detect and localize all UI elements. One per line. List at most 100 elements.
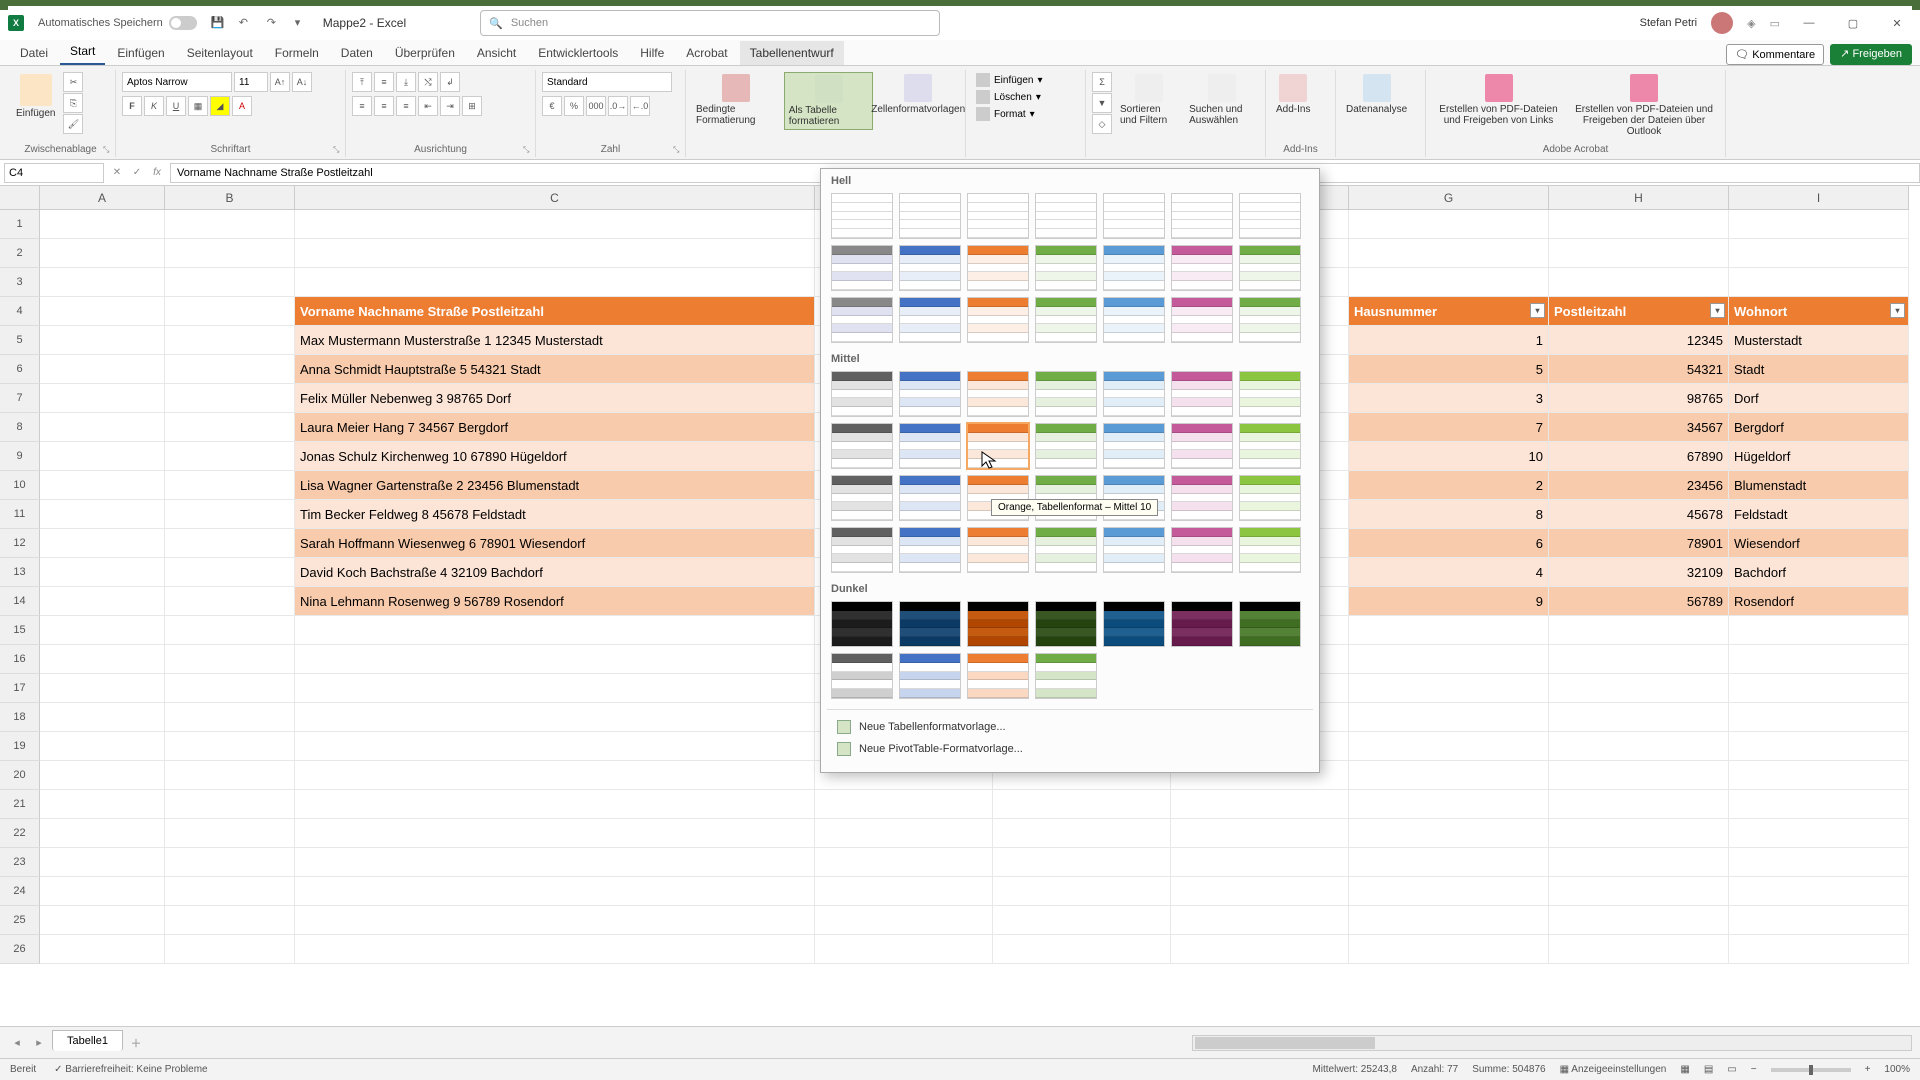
cell[interactable] <box>40 442 165 471</box>
cell[interactable]: 10 <box>1349 442 1549 471</box>
cell[interactable] <box>1729 761 1909 790</box>
cells-insert-button[interactable]: Einfügen ▾ <box>972 72 1047 88</box>
share-button[interactable]: ↗ Freigeben <box>1830 44 1912 65</box>
cell[interactable] <box>165 877 295 906</box>
cell[interactable] <box>1549 703 1729 732</box>
table-style-swatch[interactable] <box>967 245 1029 291</box>
qat-dropdown-icon[interactable]: ▾ <box>295 16 309 30</box>
tab-acrobat[interactable]: Acrobat <box>676 41 737 65</box>
cell[interactable] <box>40 239 165 268</box>
cell[interactable] <box>295 210 815 239</box>
table-style-swatch[interactable] <box>831 653 893 699</box>
table-style-swatch[interactable] <box>899 297 961 343</box>
percent-icon[interactable]: % <box>564 96 584 116</box>
cell[interactable] <box>1549 848 1729 877</box>
view-normal-icon[interactable]: ▦ <box>1680 1064 1689 1075</box>
indent-increase-icon[interactable]: ⇥ <box>440 96 460 116</box>
horizontal-scrollbar[interactable] <box>1192 1035 1912 1051</box>
cell[interactable] <box>40 645 165 674</box>
cell[interactable]: 6 <box>1349 529 1549 558</box>
align-right-icon[interactable]: ≡ <box>396 96 416 116</box>
row-header[interactable]: 8 <box>0 413 40 442</box>
row-header[interactable]: 15 <box>0 616 40 645</box>
table-style-swatch[interactable] <box>967 423 1029 469</box>
tab-page-layout[interactable]: Seitenlayout <box>177 41 263 65</box>
acrobat-pdf-outlook-button[interactable]: Erstellen von PDF-Dateien und Freigeben … <box>1569 72 1719 139</box>
cell[interactable] <box>1729 674 1909 703</box>
cell[interactable] <box>165 558 295 587</box>
cell[interactable] <box>165 848 295 877</box>
row-header[interactable]: 6 <box>0 355 40 384</box>
table-style-swatch[interactable] <box>899 475 961 521</box>
cell[interactable]: 3 <box>1349 384 1549 413</box>
tab-table-design[interactable]: Tabellenentwurf <box>740 41 844 65</box>
row-header[interactable]: 17 <box>0 674 40 703</box>
cell[interactable] <box>1549 616 1729 645</box>
table-style-swatch[interactable] <box>1171 297 1233 343</box>
tab-file[interactable]: Datei <box>10 41 58 65</box>
cell[interactable] <box>1349 645 1549 674</box>
decrease-font-icon[interactable]: A↓ <box>292 72 312 92</box>
table-style-swatch[interactable] <box>1171 423 1233 469</box>
row-header[interactable]: 3 <box>0 268 40 297</box>
cell[interactable] <box>295 935 815 964</box>
cell[interactable] <box>1729 848 1909 877</box>
zoom-slider[interactable] <box>1771 1068 1851 1072</box>
tab-view[interactable]: Ansicht <box>467 41 526 65</box>
sheet-nav-prev-icon[interactable]: ◂ <box>8 1034 26 1052</box>
cell[interactable] <box>40 500 165 529</box>
cell[interactable] <box>295 819 815 848</box>
cell[interactable]: Hausnummer▾ <box>1349 297 1549 326</box>
launcher-icon[interactable]: ⤡ <box>333 145 343 155</box>
table-style-swatch[interactable] <box>831 601 893 647</box>
cell[interactable]: Laura Meier Hang 7 34567 Bergdorf <box>295 413 815 442</box>
cell[interactable] <box>40 297 165 326</box>
column-header-H[interactable]: H <box>1549 186 1729 210</box>
cell[interactable] <box>40 413 165 442</box>
filter-dropdown-icon[interactable]: ▾ <box>1890 303 1905 318</box>
table-style-swatch[interactable] <box>1035 371 1097 417</box>
table-style-swatch[interactable] <box>1239 371 1301 417</box>
decrease-decimal-icon[interactable]: ←.0 <box>630 96 650 116</box>
cell[interactable]: 78901 <box>1549 529 1729 558</box>
orientation-icon[interactable]: ⤭ <box>418 72 438 92</box>
zoom-level[interactable]: 100% <box>1884 1064 1910 1075</box>
cell[interactable] <box>1549 645 1729 674</box>
cell[interactable]: David Koch Bachstraße 4 32109 Bachdorf <box>295 558 815 587</box>
table-style-swatch[interactable] <box>1103 601 1165 647</box>
cell[interactable] <box>815 906 993 935</box>
cell[interactable] <box>1349 210 1549 239</box>
launcher-icon[interactable]: ⤡ <box>673 145 683 155</box>
cells-format-button[interactable]: Format ▾ <box>972 106 1047 122</box>
cell[interactable] <box>165 413 295 442</box>
cell[interactable]: Blumenstadt <box>1729 471 1909 500</box>
cell[interactable] <box>165 616 295 645</box>
cell[interactable] <box>815 848 993 877</box>
tab-review[interactable]: Überprüfen <box>385 41 465 65</box>
cell[interactable] <box>993 790 1171 819</box>
row-header[interactable]: 9 <box>0 442 40 471</box>
cell[interactable]: Dorf <box>1729 384 1909 413</box>
fx-icon[interactable]: fx <box>148 164 166 182</box>
cell[interactable] <box>1549 239 1729 268</box>
cell[interactable] <box>1349 268 1549 297</box>
cell[interactable] <box>40 210 165 239</box>
cell[interactable]: 2 <box>1349 471 1549 500</box>
cell[interactable]: Sarah Hoffmann Wiesenweg 6 78901 Wiesend… <box>295 529 815 558</box>
cell[interactable] <box>1349 616 1549 645</box>
cell[interactable] <box>40 819 165 848</box>
cell[interactable] <box>40 355 165 384</box>
table-style-swatch[interactable] <box>899 601 961 647</box>
cell[interactable] <box>1349 674 1549 703</box>
table-style-swatch[interactable] <box>831 527 893 573</box>
cells-delete-button[interactable]: Löschen ▾ <box>972 89 1047 105</box>
cell[interactable]: 8 <box>1349 500 1549 529</box>
column-header-A[interactable]: A <box>40 186 165 210</box>
cell[interactable] <box>165 819 295 848</box>
align-top-icon[interactable]: ⤒ <box>352 72 372 92</box>
cell[interactable]: 98765 <box>1549 384 1729 413</box>
row-header[interactable]: 11 <box>0 500 40 529</box>
cell[interactable] <box>295 790 815 819</box>
cut-icon[interactable]: ✂ <box>63 72 83 92</box>
cell[interactable]: Postleitzahl▾ <box>1549 297 1729 326</box>
